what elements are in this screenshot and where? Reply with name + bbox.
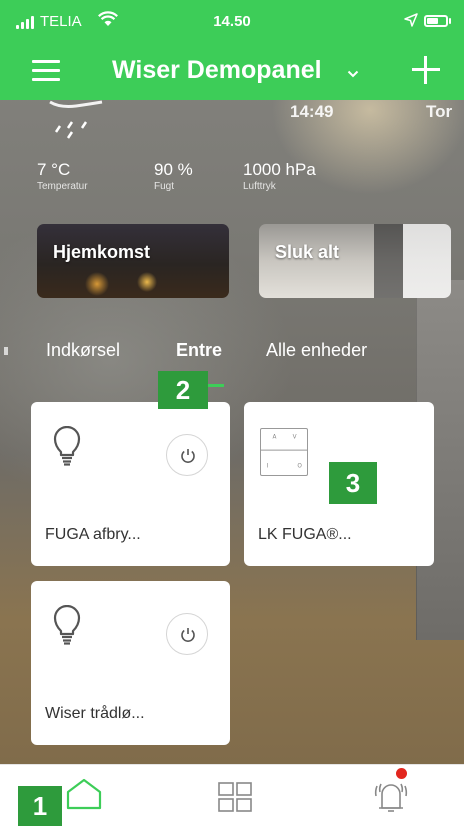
battery-cap bbox=[449, 18, 451, 24]
home-icon[interactable] bbox=[66, 778, 102, 810]
device-card-wiser-tradlos[interactable]: Wiser trådlø... bbox=[31, 581, 230, 745]
svg-text:I: I bbox=[267, 463, 269, 469]
lightbulb-icon bbox=[53, 605, 81, 645]
scene-tile-hjemkomst[interactable]: Hjemkomst bbox=[37, 224, 229, 298]
pressure-label: Lufttryk bbox=[243, 181, 276, 192]
plus-icon[interactable] bbox=[412, 56, 440, 84]
humidity-stat: 90 % Fugt bbox=[154, 160, 193, 192]
humidity-value: 90 % bbox=[154, 160, 193, 179]
tab-indkorsel[interactable]: Indkørsel bbox=[46, 340, 120, 361]
temperature-stat: 7 °C Temperatur bbox=[37, 160, 88, 192]
device-name: LK FUGA®... bbox=[258, 526, 352, 543]
callout-badge-3: 3 bbox=[329, 462, 377, 504]
location-arrow-icon bbox=[404, 13, 418, 27]
power-button[interactable] bbox=[166, 613, 208, 655]
tab-alle-enheder[interactable]: Alle enheder bbox=[266, 340, 367, 361]
pressure-stat: 1000 hPa Lufttryk bbox=[243, 160, 316, 192]
clock-time: 14:49 bbox=[290, 102, 334, 121]
status-time: 14.50 bbox=[213, 13, 251, 30]
scene-label: Hjemkomst bbox=[53, 242, 151, 262]
power-button[interactable] bbox=[166, 434, 208, 476]
panel-title[interactable]: Wiser Demopanel bbox=[112, 56, 322, 85]
chevron-down-icon[interactable] bbox=[347, 68, 359, 80]
app-header: Wiser Demopanel bbox=[0, 44, 464, 100]
scene-label: Sluk alt bbox=[275, 242, 340, 262]
pressure-value: 1000 hPa bbox=[243, 160, 316, 179]
svg-text:V: V bbox=[293, 435, 297, 441]
grid-icon[interactable] bbox=[218, 782, 252, 812]
battery-icon bbox=[424, 15, 448, 27]
lightbulb-icon bbox=[53, 426, 81, 466]
clock-day: Tor bbox=[426, 102, 453, 121]
humidity-label: Fugt bbox=[154, 181, 175, 192]
device-card-fuga-afbryder[interactable]: FUGA afbry... bbox=[31, 402, 230, 566]
device-name: FUGA afbry... bbox=[45, 526, 141, 543]
hamburger-icon[interactable] bbox=[32, 60, 60, 82]
notification-dot bbox=[396, 768, 407, 779]
scene-tile-sluk-alt[interactable]: Sluk alt bbox=[259, 224, 451, 298]
status-bar: TELIA 14.50 bbox=[0, 0, 464, 44]
temperature-label: Temperatur bbox=[37, 181, 88, 192]
rain-cloud-icon bbox=[49, 100, 103, 139]
device-name: Wiser trådlø... bbox=[45, 705, 145, 722]
power-icon bbox=[181, 449, 195, 463]
tab-overflow-indicator bbox=[4, 347, 8, 355]
power-icon bbox=[181, 628, 195, 642]
temperature-value: 7 °C bbox=[37, 160, 71, 179]
wall-switch-icon: A V I O bbox=[260, 428, 308, 476]
callout-badge-2: 2 bbox=[158, 371, 208, 409]
svg-text:A: A bbox=[273, 435, 277, 441]
tab-entre[interactable]: Entre bbox=[176, 340, 222, 361]
alarm-bell-icon[interactable] bbox=[372, 774, 410, 814]
svg-text:O: O bbox=[297, 463, 302, 469]
callout-badge-1: 1 bbox=[18, 786, 62, 826]
